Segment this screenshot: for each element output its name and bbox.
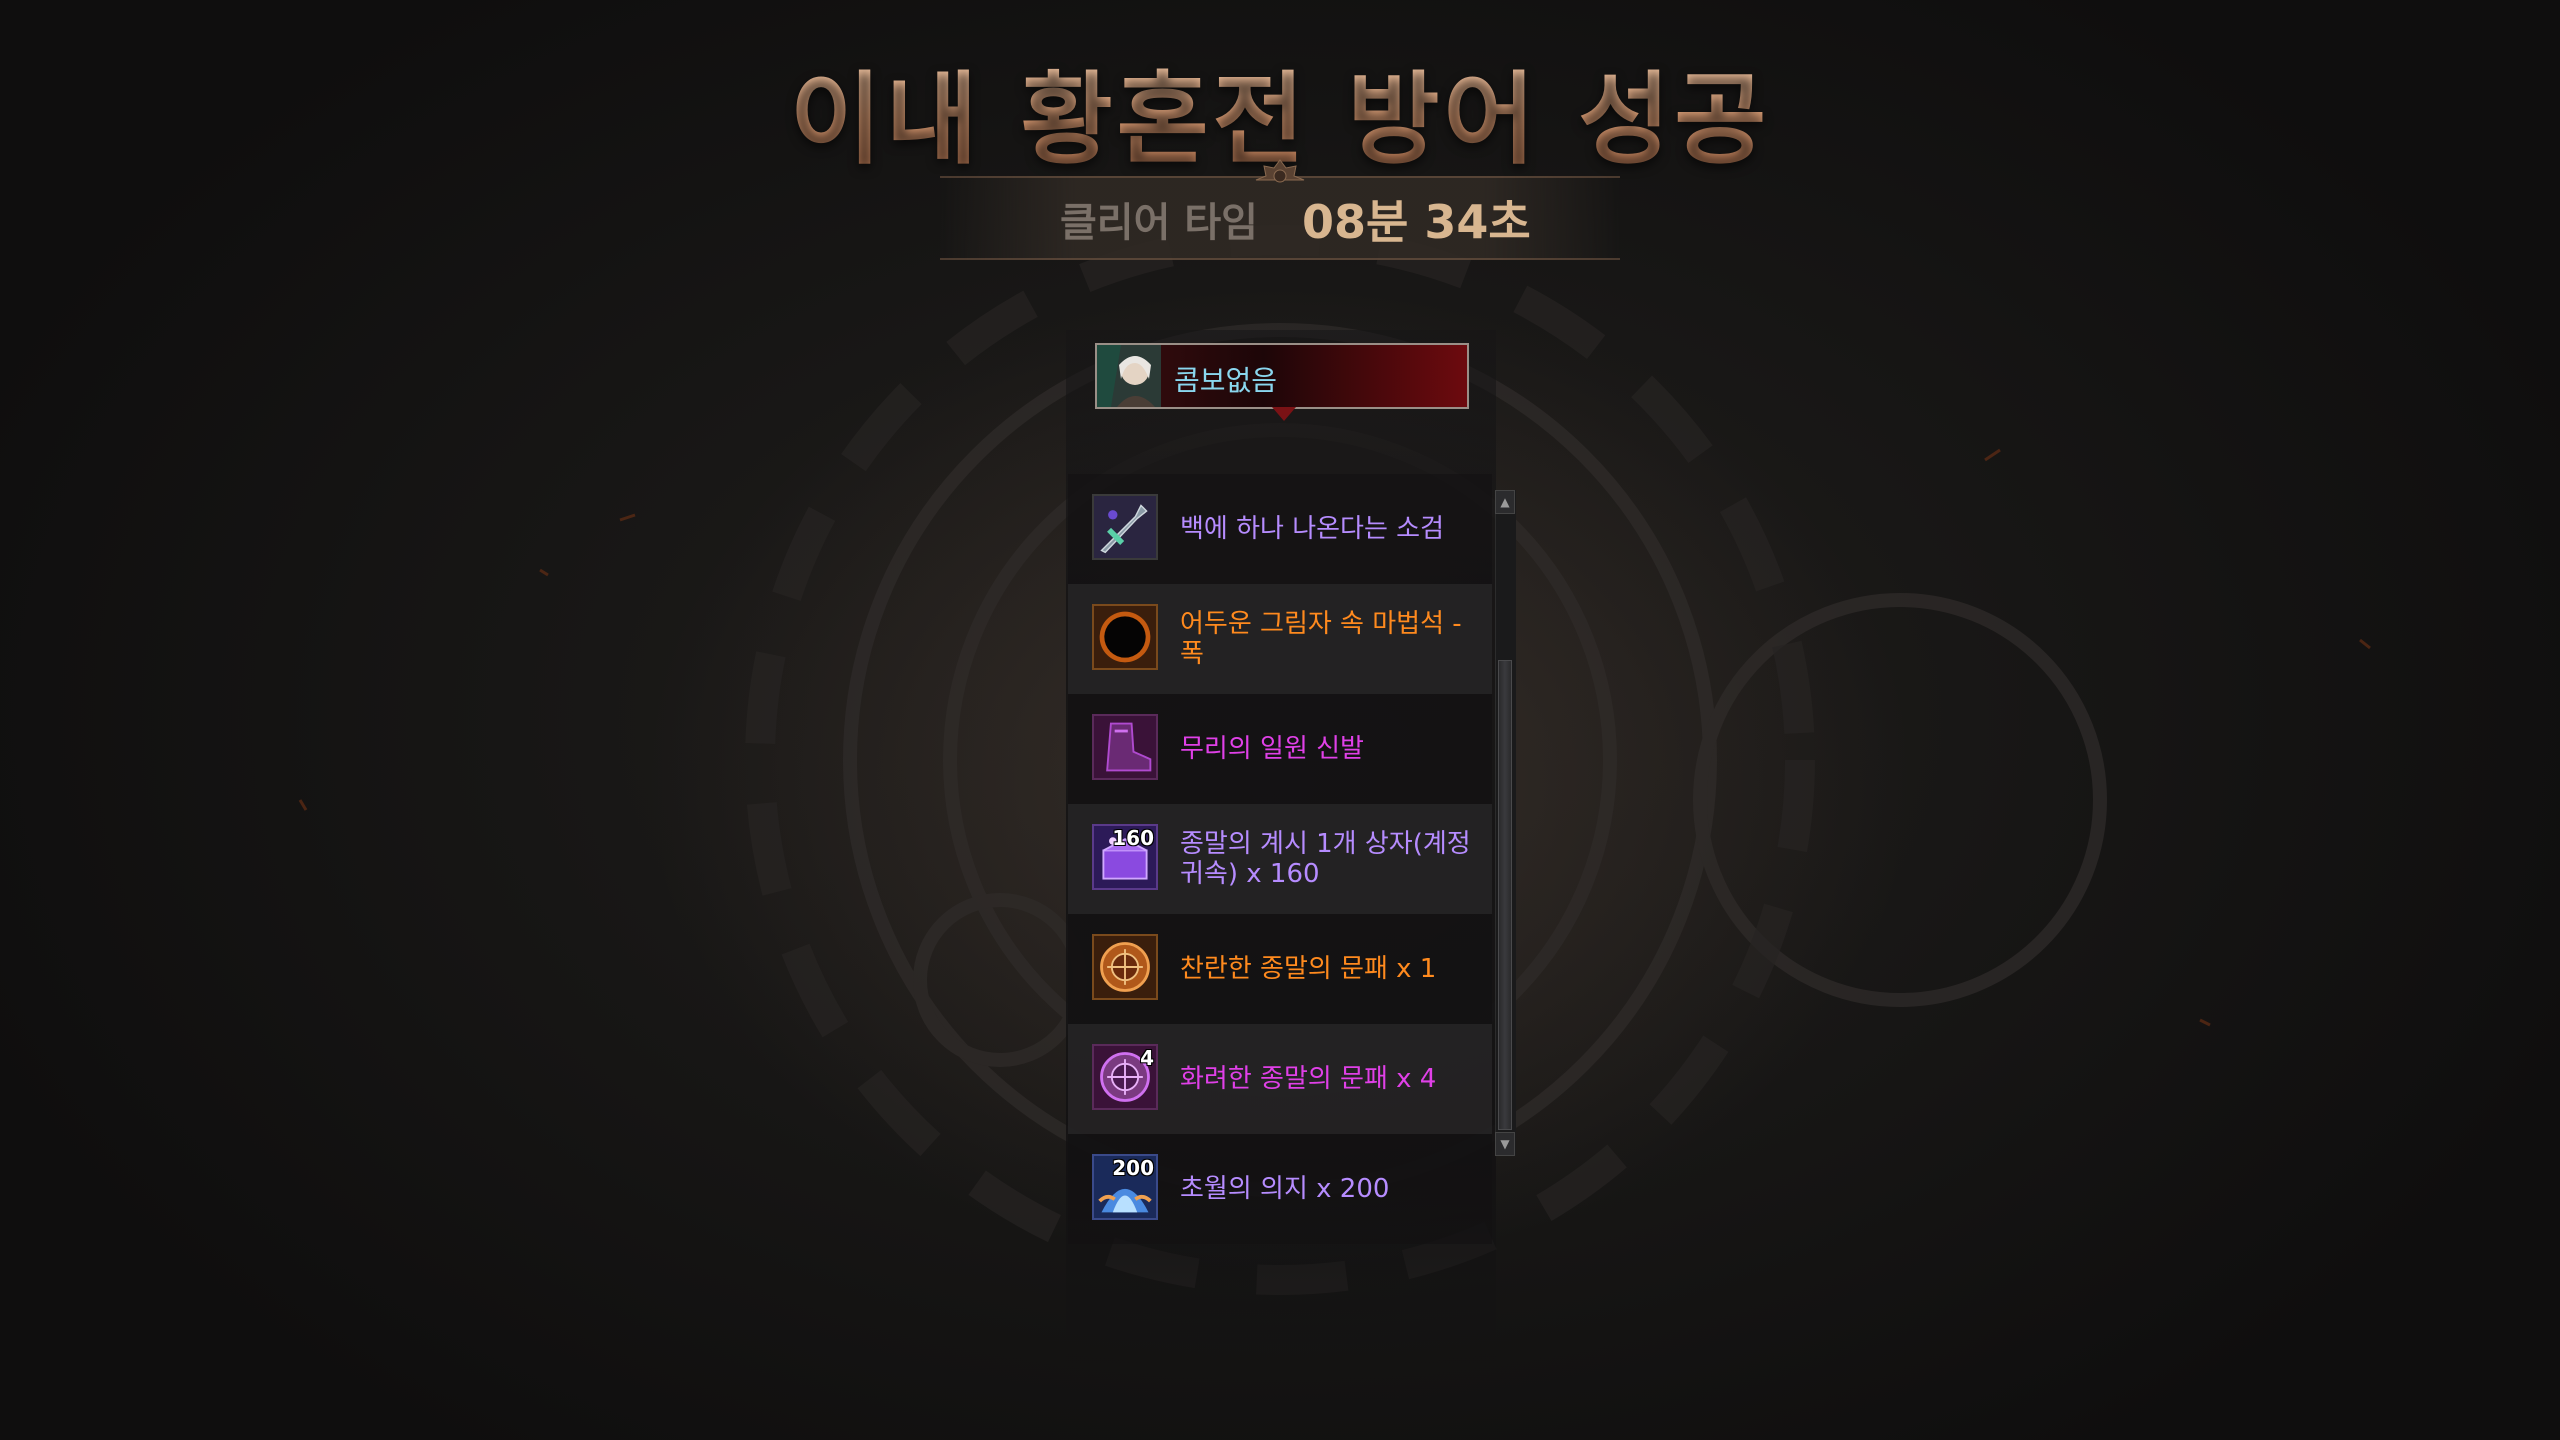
scroll-thumb[interactable] — [1498, 660, 1512, 1130]
item-count-badge: 160 — [1112, 826, 1154, 850]
reward-item[interactable]: 백에 하나 나온다는 소검 — [1068, 474, 1492, 584]
reward-item-name: 어두운 그림자 속 마법석 - 폭 — [1180, 609, 1462, 669]
reward-item[interactable]: 200 초월의 의지 x 200 — [1068, 1134, 1492, 1244]
player-name: 콤보없음 — [1174, 364, 1278, 397]
player-box-pointer — [1272, 407, 1296, 421]
reward-item[interactable]: 4 화려한 종말의 문패 x 4 — [1068, 1024, 1492, 1134]
gear-ornament-icon — [1255, 159, 1305, 183]
reward-item-name: 무리의 일원 신발 — [1180, 734, 1364, 764]
boots-icon — [1092, 714, 1158, 780]
item-count-badge: 200 — [1112, 1156, 1154, 1180]
dark-orb-icon — [1092, 604, 1158, 670]
reward-item-name: 화려한 종말의 문패 x 4 — [1180, 1064, 1437, 1094]
reward-item-name: 찬란한 종말의 문패 x 1 — [1180, 954, 1437, 984]
scroll-down-arrow-icon[interactable]: ▼ — [1495, 1132, 1515, 1156]
item-count-badge: 4 — [1140, 1046, 1154, 1070]
reward-item[interactable]: 160 종말의 계시 1개 상자(계정귀속) x 160 — [1068, 804, 1492, 914]
will-icon: 200 — [1092, 1154, 1158, 1220]
reward-item[interactable]: 무리의 일원 신발 — [1068, 694, 1492, 804]
purple-emblem-icon: 4 — [1092, 1044, 1158, 1110]
reward-item-name: 초월의 의지 x 200 — [1180, 1174, 1390, 1204]
reward-item[interactable]: 찬란한 종말의 문패 x 1 — [1068, 914, 1492, 1024]
reward-item[interactable]: 어두운 그림자 속 마법석 - 폭 — [1068, 584, 1492, 694]
character-portrait-icon — [1097, 345, 1161, 407]
dungeon-result-screen: 이내 황혼전 방어 성공 클리어 타임 08분 34초 콤보없음 백에 하나 나… — [0, 0, 2560, 1440]
orange-emblem-icon — [1092, 934, 1158, 1000]
scroll-up-arrow-icon[interactable]: ▲ — [1495, 490, 1515, 514]
reward-item-name: 백에 하나 나온다는 소검 — [1180, 514, 1444, 544]
box-icon: 160 — [1092, 824, 1158, 890]
clear-time-label: 클리어 타임 — [1060, 200, 1258, 246]
clear-time-value: 08분 34초 — [1302, 195, 1531, 249]
dagger-icon — [1092, 494, 1158, 560]
reward-item-name: 종말의 계시 1개 상자(계정귀속) x 160 — [1180, 829, 1471, 889]
